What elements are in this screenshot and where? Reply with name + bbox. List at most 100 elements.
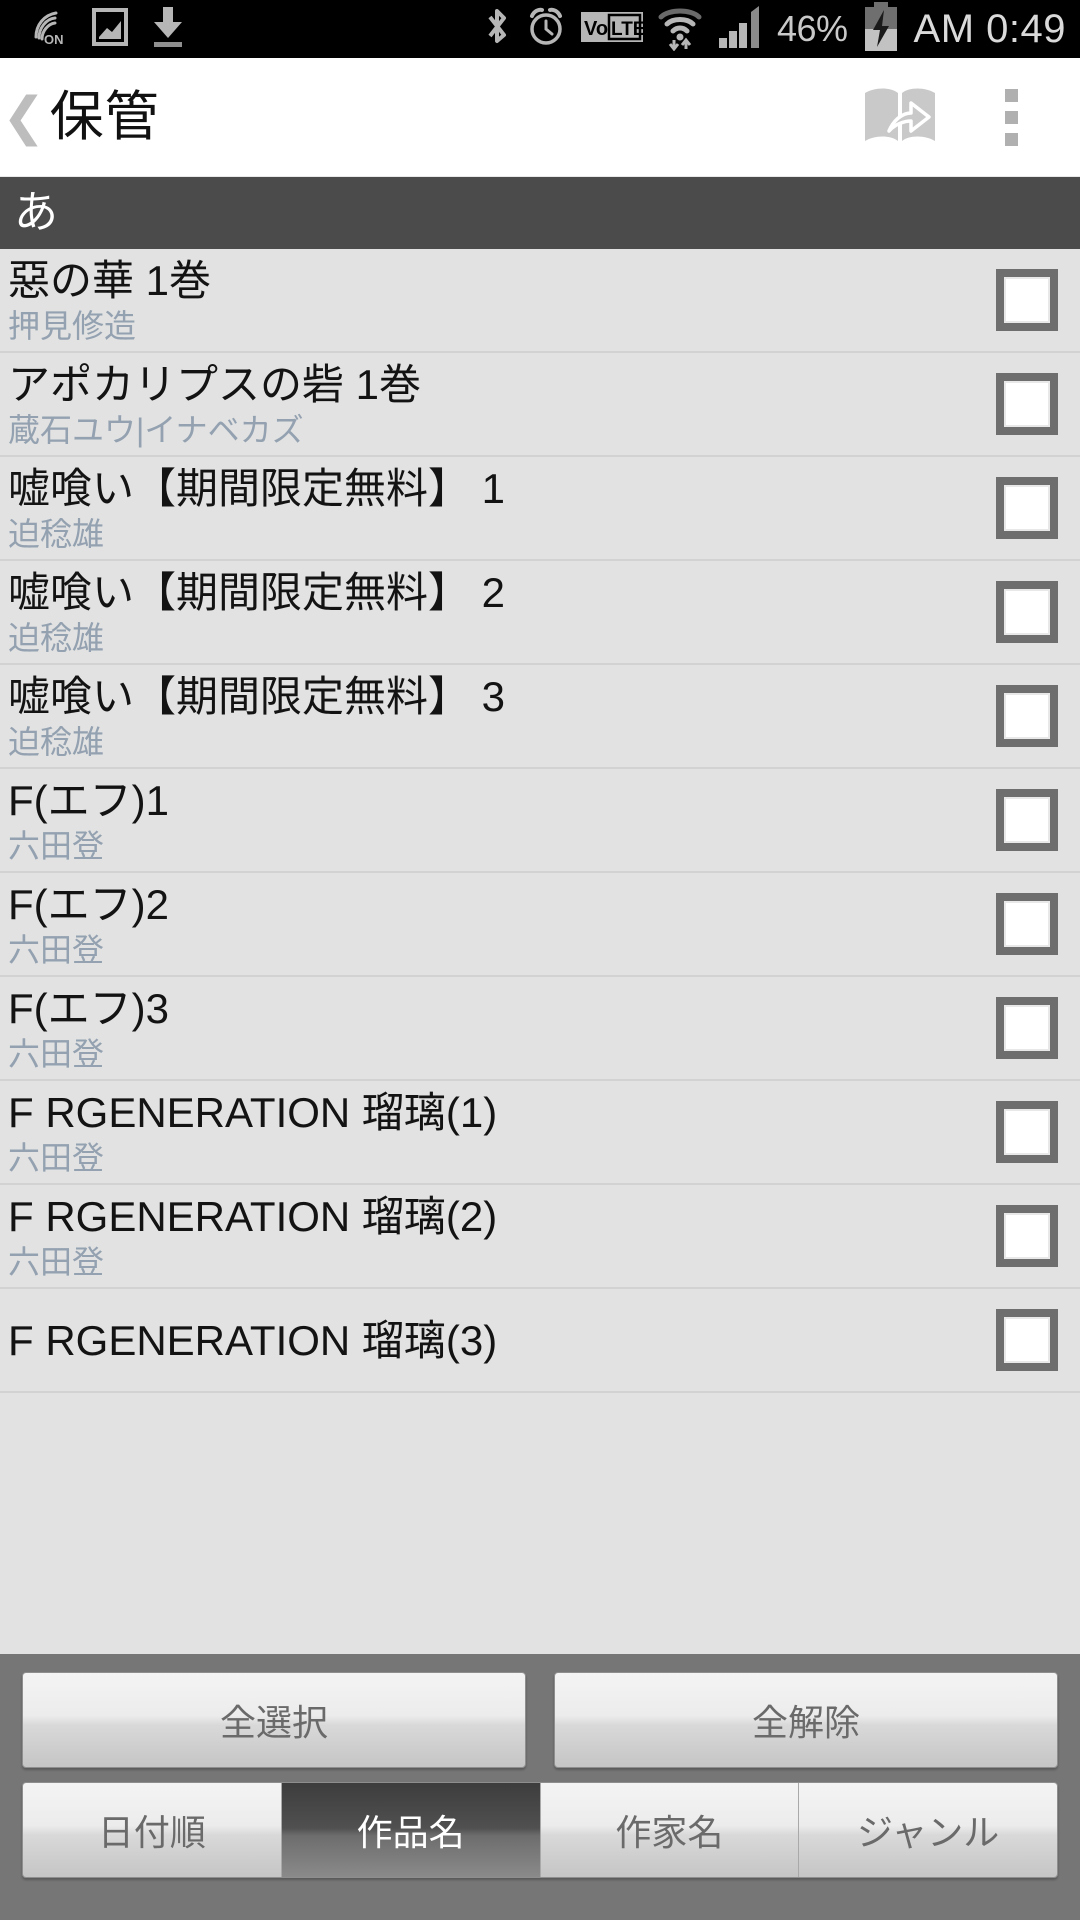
book-texts: F RGENERATION 瑠璃(3) <box>8 1315 974 1365</box>
book-texts: アポカリプスの砦 1巻蔵石ユウ|イナベカズ <box>8 359 974 449</box>
book-checkbox-cell[interactable] <box>974 456 1080 560</box>
status-bar-right-icons: Vo LTE 46% AM 0:49 <box>483 0 1066 58</box>
book-author: 迫稔雄 <box>8 620 105 656</box>
book-texts: 嘘喰い【期間限定無料】 1 迫稔雄 <box>8 463 974 553</box>
book-author: 迫稔雄 <box>8 516 105 552</box>
svg-text:Vo: Vo <box>584 18 608 40</box>
book-texts: F RGENERATION 瑠璃(2) 六田登 <box>8 1191 974 1281</box>
svg-text:ON: ON <box>44 32 64 47</box>
book-texts: 惡の華 1巻 押見修造 <box>8 255 974 345</box>
book-checkbox[interactable] <box>996 685 1058 747</box>
battery-percent-label: 46% <box>776 8 848 49</box>
book-checkbox-cell[interactable] <box>974 1080 1080 1184</box>
deselect-all-button[interactable]: 全解除 <box>554 1672 1058 1768</box>
book-checkbox-cell[interactable] <box>974 352 1080 456</box>
page-title: 保管 <box>49 87 160 147</box>
sort-tab-3[interactable]: ジャンル <box>799 1783 1057 1877</box>
alarm-icon <box>525 5 567 54</box>
book-row[interactable]: 嘘喰い【期間限定無料】 1 迫稔雄 <box>0 457 1080 561</box>
book-checkbox[interactable] <box>996 373 1058 435</box>
book-row[interactable]: F(エフ)1 六田登 <box>0 769 1080 873</box>
book-row[interactable]: F(エフ)3 六田登 <box>0 977 1080 1081</box>
book-texts: F(エフ)1 六田登 <box>8 775 974 865</box>
book-list[interactable]: 惡の華 1巻 押見修造アポカリプスの砦 1巻蔵石ユウ|イナベカズ嘘喰い【期間限定無… <box>0 249 1080 1654</box>
book-title: F(エフ)2 <box>8 881 169 928</box>
image-icon <box>92 6 128 53</box>
book-author: 六田登 <box>8 1244 105 1280</box>
sort-tab-2[interactable]: 作家名 <box>540 1783 800 1877</box>
book-texts: 嘘喰い【期間限定無料】 2 迫稔雄 <box>8 567 974 657</box>
book-title: アポカリプスの砦 1巻 <box>8 361 422 408</box>
book-row[interactable]: 嘘喰い【期間限定無料】 3 迫稔雄 <box>0 665 1080 769</box>
book-title: F RGENERATION 瑠璃(3) <box>8 1317 498 1364</box>
book-checkbox[interactable] <box>996 269 1058 331</box>
app-root: ON Vo LTE 46% AM 0:49 ❮ 保管 あ 惡の華 1巻 押見修造… <box>0 0 1080 1920</box>
book-checkbox[interactable] <box>996 893 1058 955</box>
book-row[interactable]: F(エフ)2 六田登 <box>0 873 1080 977</box>
book-row[interactable]: アポカリプスの砦 1巻蔵石ユウ|イナベカズ <box>0 353 1080 457</box>
wifi-icon <box>657 3 703 56</box>
status-bar: ON Vo LTE 46% AM 0:49 <box>0 0 1080 58</box>
bottom-panel: 全選択 全解除 日付順 作品名 作家名 ジャンル <box>0 1654 1080 1920</box>
svg-text:LTE: LTE <box>611 19 643 40</box>
book-checkbox[interactable] <box>996 1309 1058 1371</box>
book-checkbox[interactable] <box>996 789 1058 851</box>
section-header: あ <box>0 177 1080 249</box>
book-checkbox[interactable] <box>996 997 1058 1059</box>
book-texts: F RGENERATION 瑠璃(1) 六田登 <box>8 1087 974 1177</box>
status-bar-clock: AM 0:49 <box>913 7 1066 51</box>
status-bar-left-icons: ON <box>30 5 186 54</box>
sort-tab-bar[interactable]: 日付順 作品名 作家名 ジャンル <box>22 1782 1058 1878</box>
book-checkbox[interactable] <box>996 1205 1058 1267</box>
book-title: F(エフ)3 <box>8 985 169 1032</box>
selection-button-row: 全選択 全解除 <box>22 1672 1058 1768</box>
back-button[interactable]: ❮ <box>0 91 46 143</box>
book-checkbox[interactable] <box>996 477 1058 539</box>
book-checkbox-cell[interactable] <box>974 768 1080 872</box>
book-row[interactable]: F RGENERATION 瑠璃(3) <box>0 1289 1080 1393</box>
book-title: 嘘喰い【期間限定無料】 1 <box>8 465 506 512</box>
book-checkbox-cell[interactable] <box>974 249 1080 352</box>
book-title: 惡の華 1巻 <box>8 257 212 304</box>
sort-tab-1[interactable]: 作品名 <box>281 1783 541 1877</box>
book-texts: F(エフ)3 六田登 <box>8 983 974 1073</box>
book-checkbox-cell[interactable] <box>974 560 1080 664</box>
book-texts: F(エフ)2 六田登 <box>8 879 974 969</box>
book-checkbox-cell[interactable] <box>974 1288 1080 1392</box>
sort-tab-0[interactable]: 日付順 <box>23 1783 282 1877</box>
book-checkbox-cell[interactable] <box>974 872 1080 976</box>
action-bar-actions <box>840 58 1080 177</box>
bluetooth-icon <box>483 5 511 54</box>
volte-icon: Vo LTE <box>580 10 645 49</box>
overflow-dot-2 <box>1004 111 1018 124</box>
book-checkbox[interactable] <box>996 581 1058 643</box>
book-author: 六田登 <box>8 1036 105 1072</box>
book-author: 蔵石ユウ|イナベカズ <box>8 412 304 448</box>
book-title: F RGENERATION 瑠璃(1) <box>8 1089 498 1136</box>
book-author: 迫稔雄 <box>8 724 105 760</box>
book-title: F(エフ)1 <box>8 777 169 824</box>
book-author: 六田登 <box>8 1140 105 1176</box>
book-title: 嘘喰い【期間限定無料】 2 <box>8 569 506 616</box>
book-checkbox-cell[interactable] <box>974 664 1080 768</box>
book-author: 六田登 <box>8 828 105 864</box>
book-row[interactable]: F RGENERATION 瑠璃(1) 六田登 <box>0 1081 1080 1185</box>
select-all-button[interactable]: 全選択 <box>22 1672 526 1768</box>
book-title: F RGENERATION 瑠璃(2) <box>8 1193 498 1240</box>
book-title: 嘘喰い【期間限定無料】 3 <box>8 673 506 720</box>
book-checkbox[interactable] <box>996 1101 1058 1163</box>
book-checkbox-cell[interactable] <box>974 1184 1080 1288</box>
book-share-button[interactable] <box>840 58 960 177</box>
overflow-dot-3 <box>1004 133 1018 146</box>
book-row[interactable]: 嘘喰い【期間限定無料】 2 迫稔雄 <box>0 561 1080 665</box>
book-share-icon <box>861 83 939 152</box>
book-checkbox-cell[interactable] <box>974 976 1080 1080</box>
battery-charging-icon <box>862 1 900 57</box>
book-author: 六田登 <box>8 932 105 968</box>
call-on-icon: ON <box>30 7 70 52</box>
action-bar: ❮ 保管 <box>0 58 1080 177</box>
download-icon <box>150 5 186 54</box>
book-row[interactable]: 惡の華 1巻 押見修造 <box>0 249 1080 353</box>
book-row[interactable]: F RGENERATION 瑠璃(2) 六田登 <box>0 1185 1080 1289</box>
overflow-menu-button[interactable] <box>960 58 1080 177</box>
